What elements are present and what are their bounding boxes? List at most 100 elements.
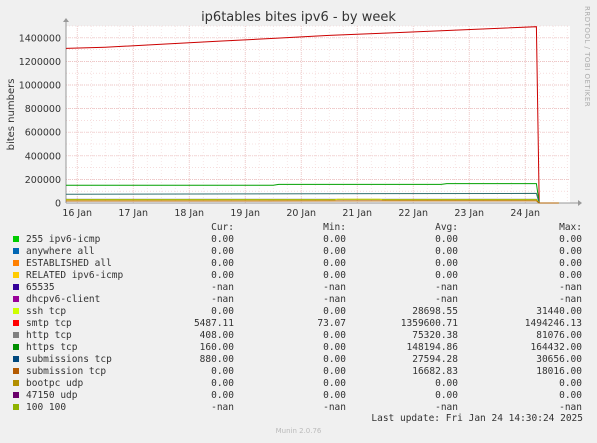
legend-value-cur: -nan [211, 282, 234, 293]
legend-value-min: 73.07 [317, 318, 346, 329]
legend-swatch [13, 272, 19, 278]
legend-value-max: 0.00 [559, 390, 582, 401]
legend-swatch [13, 404, 19, 410]
x-tick-label: 20 Jan [286, 208, 316, 219]
legend-value-min: 0.00 [323, 330, 346, 341]
legend-label: 100 100 [26, 402, 67, 413]
legend-value-avg: 0.00 [435, 258, 458, 269]
y-axis-arrow [63, 18, 69, 22]
y-tick-label: 600000 [25, 128, 61, 139]
legend-value-cur: 0.00 [211, 306, 234, 317]
legend-value-max: 81076.00 [536, 330, 582, 341]
legend-item: submissions tcp 880.00 0.00 27594.28 30656.0… [13, 354, 593, 366]
legend-label: bootpc udp [26, 378, 84, 389]
legend-value-max: 0.00 [559, 234, 582, 245]
legend-value-max: 0.00 [559, 246, 582, 257]
legend-item: smtp tcp 5487.11 73.07 1359600.71 1494246.13 [13, 318, 593, 330]
legend-item: 65535 -nan -nan -nan -nan [13, 282, 593, 294]
legend-label: RELATED ipv6-icmp [26, 270, 124, 281]
legend-swatch [13, 308, 19, 314]
legend-value-max: 164432.00 [530, 342, 582, 353]
legend-value-min: 0.00 [323, 366, 346, 377]
legend-value-avg: -nan [435, 294, 458, 305]
legend-value-avg: 16682.83 [412, 366, 458, 377]
legend-header-min: Min: [323, 222, 346, 233]
legend-value-max: 0.00 [559, 378, 582, 389]
legend-value-min: 0.00 [323, 342, 346, 353]
legend-item: bootpc udp 0.00 0.00 0.00 0.00 [13, 378, 593, 390]
legend-swatch [13, 260, 19, 266]
last-update: Last update: Fri Jan 24 14:30:24 2025 [371, 413, 583, 424]
y-tick-label: 200000 [25, 175, 61, 186]
legend-item: submission tcp 0.00 0.00 16682.83 18016.00 [13, 366, 593, 378]
legend-swatch [13, 320, 19, 326]
x-tick-label: 17 Jan [118, 208, 148, 219]
legend-value-max: -nan [559, 402, 582, 413]
legend-item: ESTABLISHED all 0.00 0.00 0.00 0.00 [13, 258, 593, 270]
legend-value-cur: 0.00 [211, 234, 234, 245]
legend-value-avg: 1359600.71 [400, 318, 458, 329]
y-tick-label: 1200000 [19, 57, 61, 68]
legend-label: http tcp [26, 330, 72, 341]
legend-swatch [13, 368, 19, 374]
legend-value-min: -nan [323, 282, 346, 293]
legend-value-min: 0.00 [323, 306, 346, 317]
legend-value-max: 0.00 [559, 270, 582, 281]
y-axis-label: bites numbers [6, 79, 17, 151]
legend-value-avg: 28698.55 [412, 306, 458, 317]
legend-value-avg: 27594.28 [412, 354, 458, 365]
legend-label: https tcp [26, 342, 78, 353]
legend-value-cur: -nan [211, 294, 234, 305]
legend-label: dhcpv6-client [26, 294, 101, 305]
legend-swatch [13, 344, 19, 350]
legend-swatch [13, 248, 19, 254]
legend-value-min: 0.00 [323, 234, 346, 245]
legend-value-avg: 0.00 [435, 246, 458, 257]
legend-value-max: 30656.00 [536, 354, 582, 365]
y-tick-label: 1000000 [19, 81, 61, 92]
legend-value-min: 0.00 [323, 246, 346, 257]
legend-value-max: -nan [559, 294, 582, 305]
legend-swatch [13, 296, 19, 302]
legend-item: dhcpv6-client -nan -nan -nan -nan [13, 294, 593, 306]
legend-value-avg: 0.00 [435, 270, 458, 281]
y-tick-label: 400000 [25, 151, 61, 162]
legend-value-min: -nan [323, 294, 346, 305]
legend-value-cur: 5487.11 [193, 318, 234, 329]
legend-value-avg: -nan [435, 402, 458, 413]
legend-label: smtp tcp [26, 318, 72, 329]
x-tick-label: 18 Jan [174, 208, 204, 219]
legend-label: submissions tcp [26, 354, 112, 365]
legend-value-max: 1494246.13 [524, 318, 582, 329]
legend-value-cur: 160.00 [199, 342, 234, 353]
legend-label: anywhere all [26, 246, 95, 257]
legend-swatch [13, 236, 19, 242]
munin-version: Munin 2.0.76 [275, 427, 322, 435]
legend-value-cur: 0.00 [211, 246, 234, 257]
legend-value-min: 0.00 [323, 354, 346, 365]
legend-swatch [13, 356, 19, 362]
x-tick-label: 22 Jan [398, 208, 428, 219]
legend-value-avg: 0.00 [435, 390, 458, 401]
x-tick-label: 23 Jan [454, 208, 484, 219]
legend-item: https tcp 160.00 0.00 148194.86 164432.00 [13, 342, 593, 354]
plot-area [66, 26, 570, 203]
legend-value-cur: 0.00 [211, 366, 234, 377]
x-axis-arrow [578, 200, 582, 206]
legend-swatch [13, 332, 19, 338]
legend-value-max: 0.00 [559, 258, 582, 269]
x-tick-label: 16 Jan [62, 208, 92, 219]
legend-value-max: -nan [559, 282, 582, 293]
legend-value-avg: 148194.86 [406, 342, 458, 353]
legend-value-cur: 880.00 [199, 354, 234, 365]
legend-value-min: 0.00 [323, 378, 346, 389]
legend-value-cur: 0.00 [211, 378, 234, 389]
legend-swatch [13, 284, 19, 290]
legend-value-cur: 0.00 [211, 390, 234, 401]
legend-value-avg: 0.00 [435, 234, 458, 245]
legend-label: submission tcp [26, 366, 107, 377]
legend-value-cur: 0.00 [211, 270, 234, 281]
legend-swatch [13, 392, 19, 398]
legend-value-cur: 408.00 [199, 330, 234, 341]
y-tick-label: 0 [55, 199, 61, 210]
